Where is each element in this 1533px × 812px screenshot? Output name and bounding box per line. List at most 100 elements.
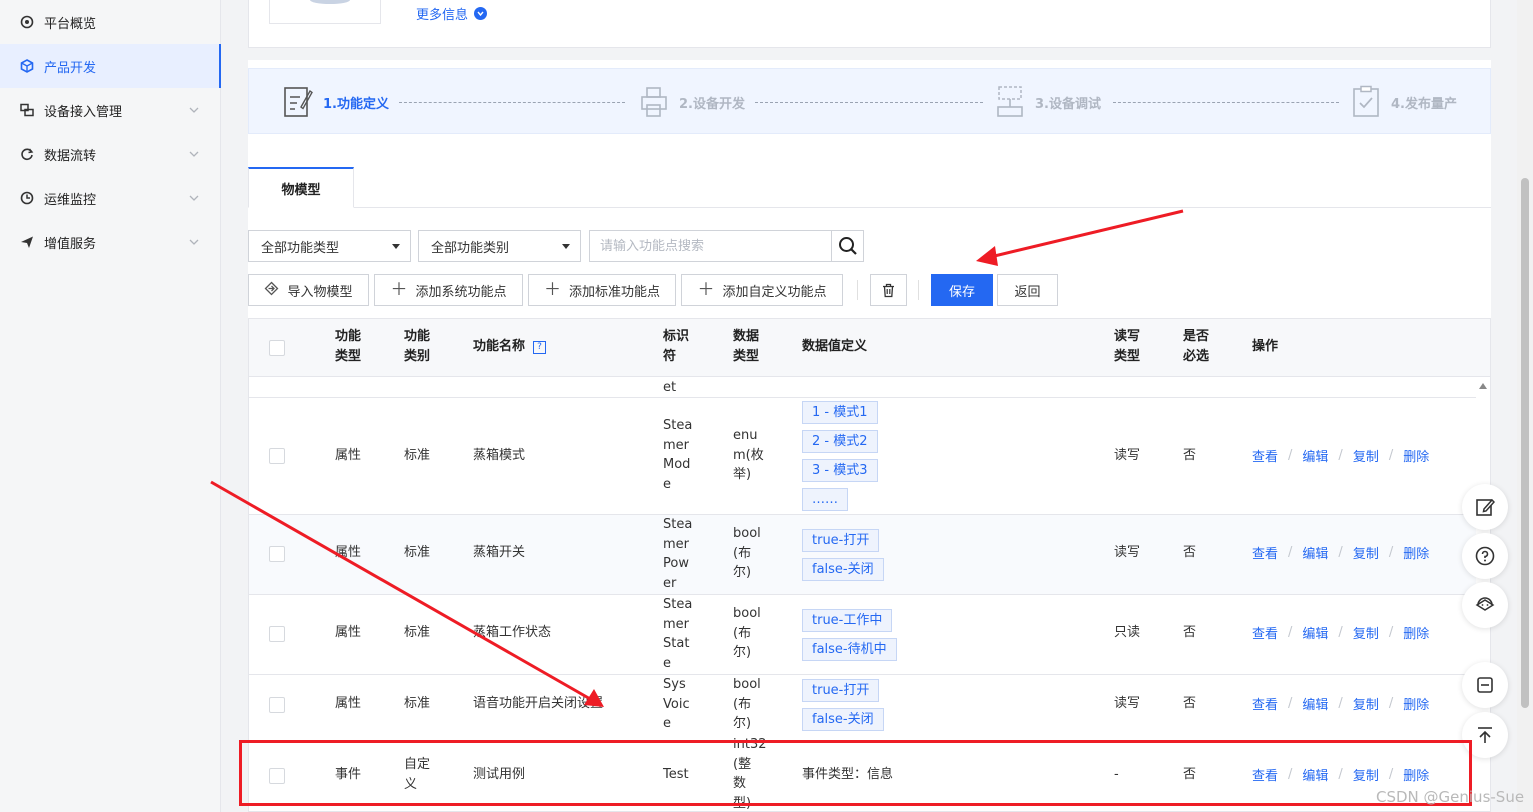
- header-func-name: 功能名称 ?: [473, 337, 547, 357]
- checklist-icon: [1353, 85, 1379, 117]
- identifier-cell: Stea mer Stat e: [663, 597, 693, 671]
- delete-link[interactable]: 删除: [1403, 623, 1429, 642]
- scroll-up-arrow-icon[interactable]: [1479, 383, 1487, 389]
- sidebar-item-device-access[interactable]: 设备接入管理: [0, 88, 221, 132]
- platform-icon: [20, 15, 34, 29]
- sidebar-item-label: 增值服务: [44, 236, 97, 252]
- view-link[interactable]: 查看: [1252, 446, 1278, 465]
- feedback-button[interactable]: [1462, 484, 1508, 530]
- row-checkbox[interactable]: [269, 448, 285, 464]
- row-checkbox[interactable]: [269, 697, 285, 713]
- copy-link[interactable]: 复制: [1353, 694, 1379, 713]
- step-connector: [1113, 102, 1339, 103]
- caret-down-icon: [562, 244, 570, 249]
- caret-down-icon: [392, 244, 400, 249]
- toolbar-divider: [918, 280, 919, 300]
- delete-link[interactable]: 删除: [1403, 543, 1429, 562]
- tab-thing-model[interactable]: 物模型: [248, 167, 354, 208]
- sidebar-item-value-added[interactable]: 增值服务: [0, 220, 221, 264]
- back-button[interactable]: 返回: [997, 274, 1058, 306]
- select-all-checkbox[interactable]: [269, 340, 285, 356]
- add-system-function-button[interactable]: ＋ 添加系统功能点: [374, 274, 523, 306]
- step-function-definition[interactable]: 1.功能定义: [283, 85, 389, 119]
- delete-button[interactable]: [870, 274, 907, 306]
- import-model-button[interactable]: 导入物模型: [248, 274, 369, 306]
- search-input[interactable]: [590, 231, 832, 261]
- plus-icon: ＋: [390, 279, 408, 300]
- question-icon: [1475, 546, 1495, 566]
- step-connector: [755, 102, 983, 103]
- edit-link[interactable]: 编辑: [1302, 446, 1328, 465]
- view-link[interactable]: 查看: [1252, 543, 1278, 562]
- step-device-debug[interactable]: 3.设备调试: [995, 85, 1101, 119]
- page-scrollbar[interactable]: [1517, 0, 1533, 812]
- header-data-type: 数据 类型: [733, 329, 760, 364]
- sidebar-item-label: 平台概览: [44, 16, 97, 32]
- product-dev-content: 1.功能定义 2.设备开发 3.设备调试 4.发布量产 物模型 全部功能类型 全…: [248, 60, 1491, 812]
- sidebar-item-product-dev[interactable]: 产品开发: [0, 44, 221, 88]
- header-required: 是否 必选: [1183, 329, 1210, 364]
- minus-box-icon: [1477, 677, 1493, 693]
- function-type-select[interactable]: 全部功能类型: [248, 230, 411, 262]
- printer-icon: [641, 87, 667, 117]
- delete-link[interactable]: 删除: [1403, 446, 1429, 465]
- help-button[interactable]: [1462, 533, 1508, 579]
- edit-link[interactable]: 编辑: [1302, 543, 1328, 562]
- add-custom-function-button[interactable]: ＋ 添加自定义功能点: [681, 274, 843, 306]
- function-category-select[interactable]: 全部功能类别: [418, 230, 581, 262]
- view-link[interactable]: 查看: [1252, 694, 1278, 713]
- datatype-cell: bool (布 尔): [733, 526, 761, 580]
- chevron-down-icon: [189, 239, 199, 245]
- step-release[interactable]: 4.发布量产: [1351, 85, 1457, 119]
- header-identifier: 标识符: [663, 329, 690, 364]
- delete-link[interactable]: 删除: [1403, 694, 1429, 713]
- edit-link[interactable]: 编辑: [1302, 623, 1328, 642]
- tab-bar: 物模型: [248, 167, 1491, 208]
- identifier-cell: Sys Voic e: [663, 677, 690, 731]
- header-rw-type: 读写 类型: [1114, 329, 1141, 364]
- collapse-button[interactable]: [1462, 662, 1508, 708]
- more-info-link[interactable]: 更多信息: [416, 4, 488, 23]
- copy-link[interactable]: 复制: [1353, 446, 1379, 465]
- step-device-dev[interactable]: 2.设备开发: [639, 85, 745, 119]
- enum-tag: 1 - 模式1: [802, 401, 878, 424]
- help-icon[interactable]: ?: [533, 340, 547, 354]
- row-checkbox[interactable]: [269, 546, 285, 562]
- sidebar-item-label: 数据流转: [44, 148, 97, 164]
- page-scrollbar-thumb[interactable]: [1521, 178, 1529, 708]
- flow-icon: [20, 147, 34, 161]
- search-icon: [838, 237, 857, 255]
- sidebar-item-data-flow[interactable]: 数据流转: [0, 132, 221, 176]
- header-func-type: 功能 类型: [335, 329, 362, 364]
- enum-tag: true-工作中: [802, 609, 893, 632]
- sidebar-item-platform-overview[interactable]: 平台概览: [0, 0, 221, 44]
- cube-icon: [20, 59, 34, 73]
- watermark: CSDN @Genius-Sue: [1376, 788, 1525, 806]
- debug-icon: [997, 86, 1023, 117]
- copy-link[interactable]: 复制: [1353, 623, 1379, 642]
- row-checkbox[interactable]: [269, 626, 285, 642]
- datatype-cell: enu m(枚 举): [733, 428, 764, 482]
- view-link[interactable]: 查看: [1252, 623, 1278, 642]
- sidebar-item-ops-monitor[interactable]: 运维监控: [0, 176, 221, 220]
- edit-link[interactable]: 编辑: [1302, 694, 1328, 713]
- copy-link[interactable]: 复制: [1353, 543, 1379, 562]
- search-button[interactable]: [832, 230, 864, 262]
- save-button[interactable]: 保存: [931, 274, 993, 306]
- chevron-down-icon: [189, 151, 199, 157]
- table-row: 属性 标准 蒸箱开关 Stea mer Pow er bool (布 尔) true-打开…: [249, 515, 1476, 595]
- enum-tag: false-关闭: [802, 708, 884, 731]
- plus-icon: ＋: [543, 279, 561, 300]
- enum-tag-more[interactable]: ……: [802, 488, 848, 511]
- document-edit-icon: [284, 87, 313, 117]
- table-row-partial: et: [249, 377, 1476, 398]
- datatype-cell: bool (布 尔): [733, 677, 761, 731]
- row-actions: 查看 / 编辑 / 复制 / 删除: [1252, 623, 1430, 642]
- support-button[interactable]: [1462, 582, 1508, 628]
- plus-icon: ＋: [697, 279, 715, 300]
- add-standard-function-button[interactable]: ＋ 添加标准功能点: [528, 274, 676, 306]
- identifier-cell: Stea mer Pow er: [663, 517, 693, 591]
- product-image: [269, 0, 381, 24]
- row-actions: 查看 / 编辑 / 复制 / 删除: [1252, 446, 1430, 465]
- chevron-down-icon: [189, 107, 199, 113]
